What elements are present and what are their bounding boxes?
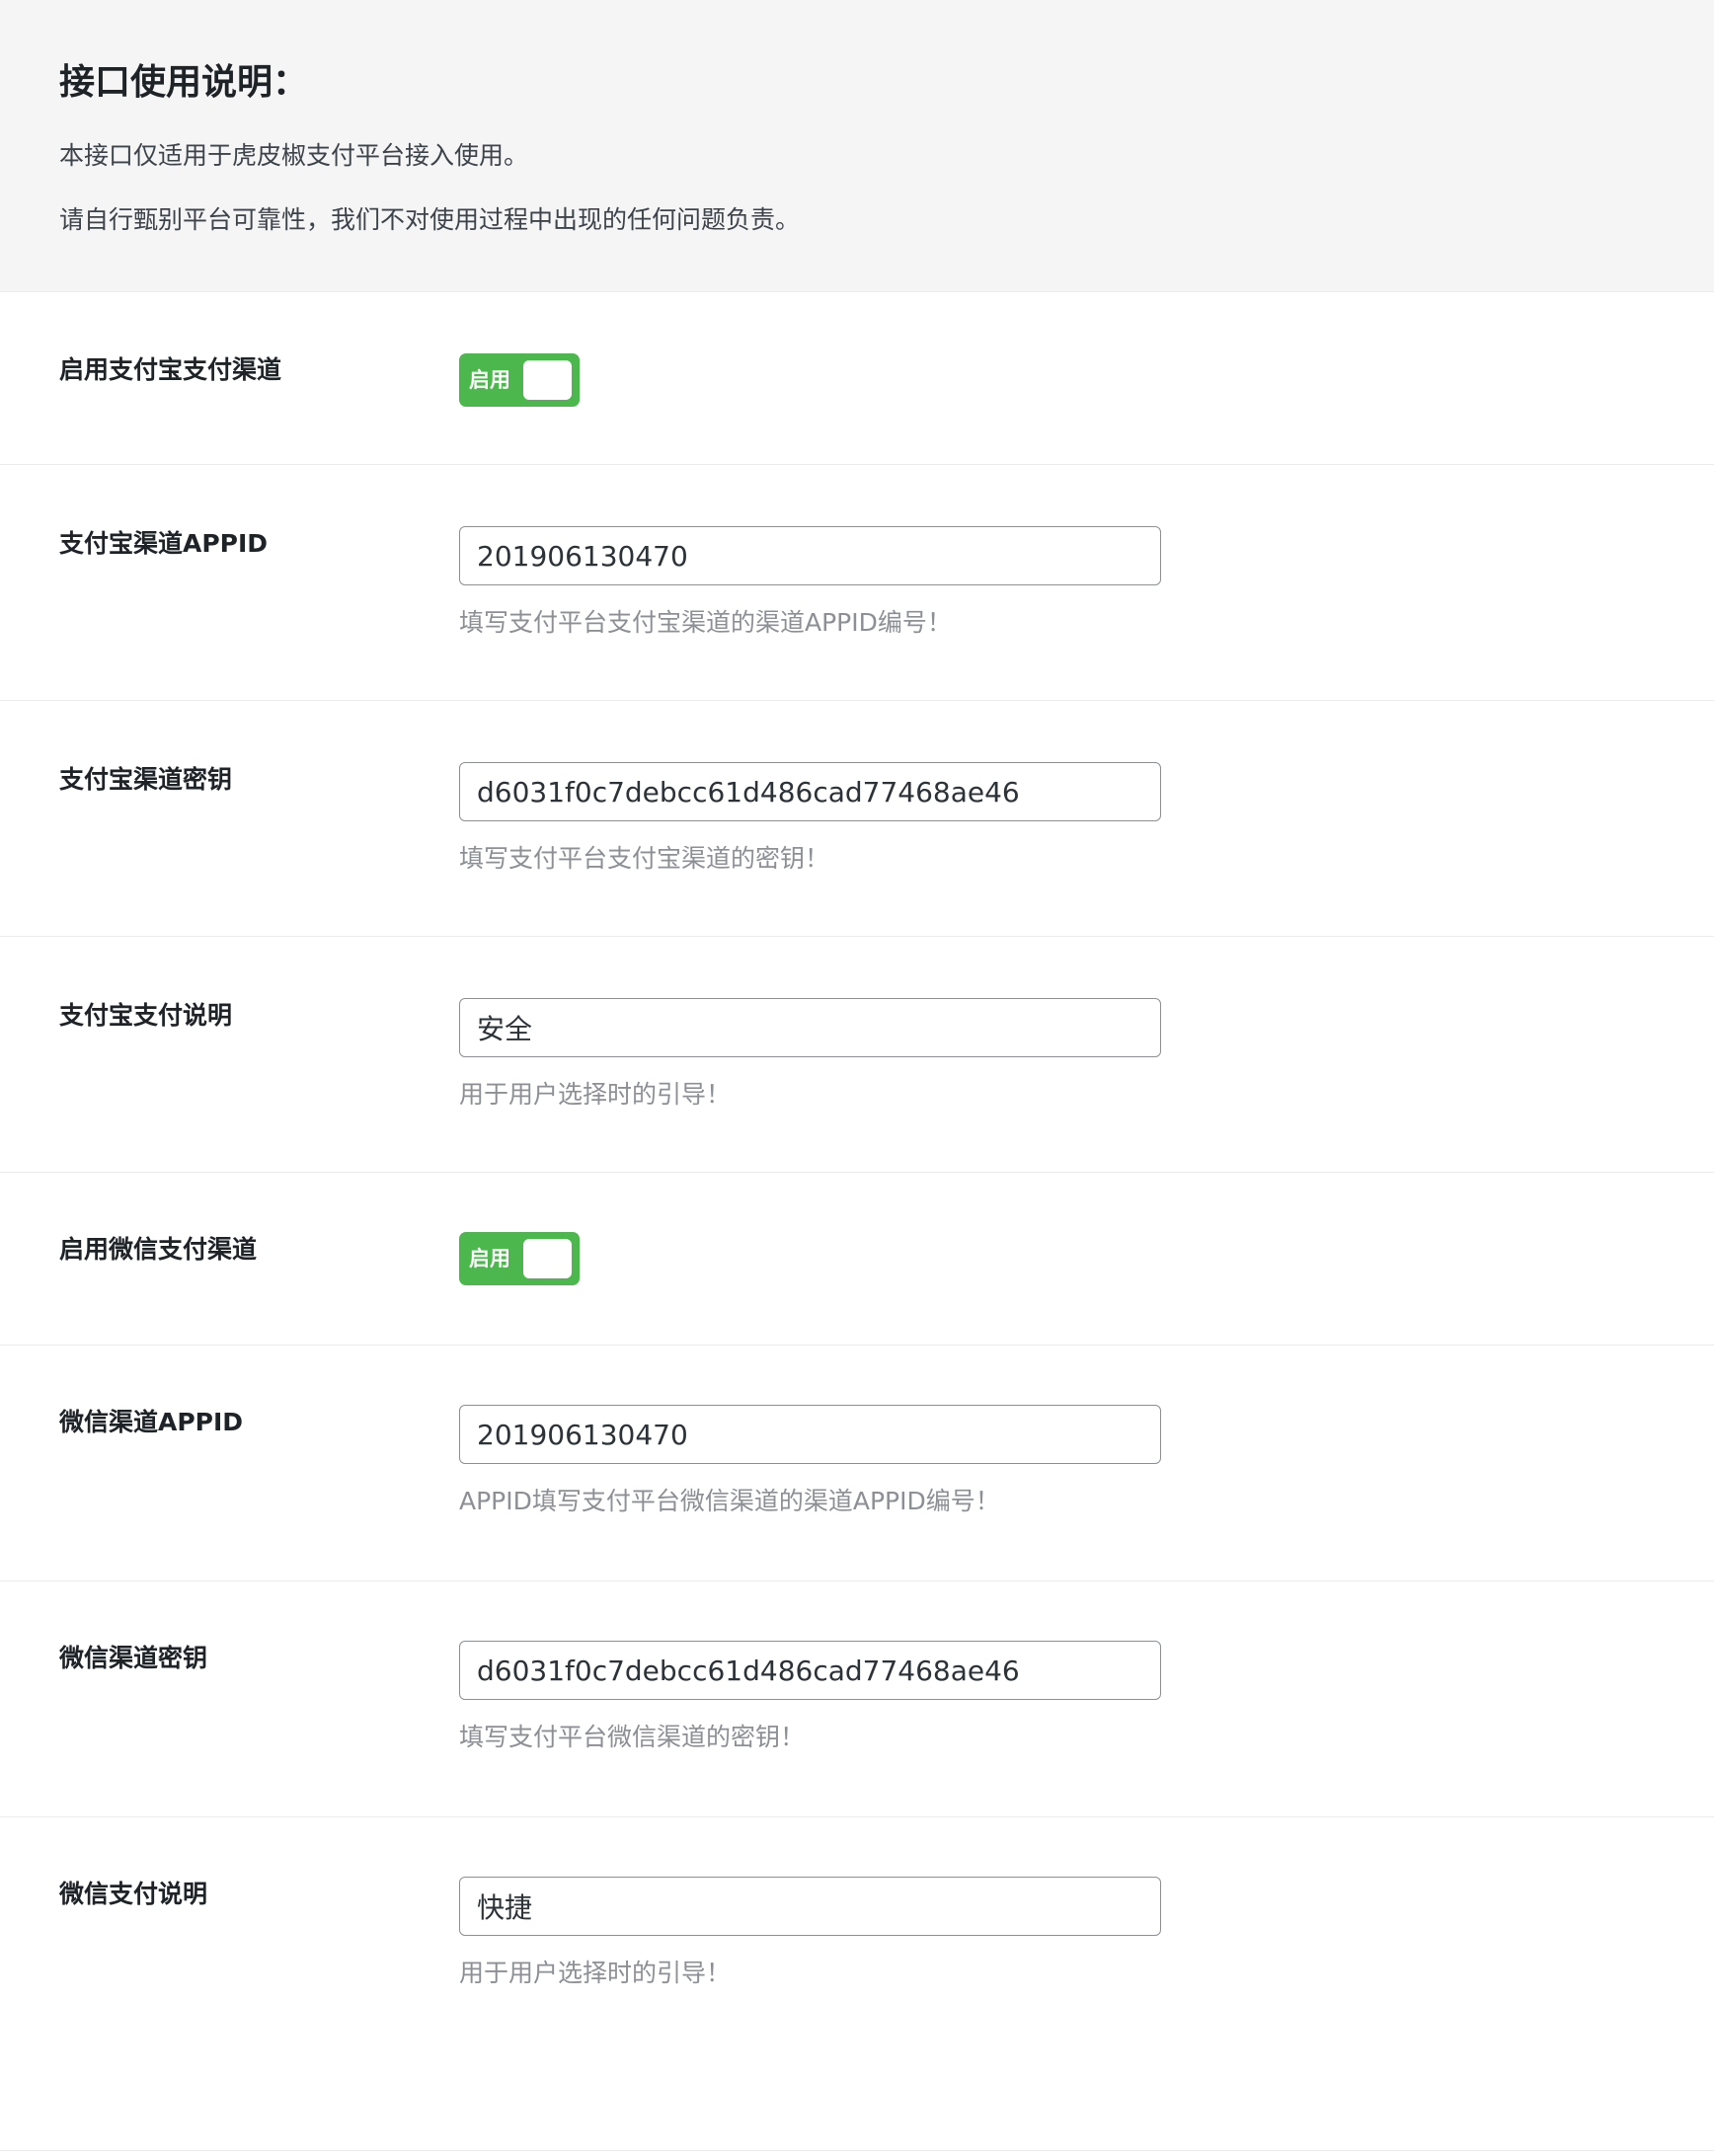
row-alipay-secret: 支付宝渠道密钥 填写支付平台支付宝渠道的密钥！ bbox=[0, 701, 1714, 937]
usage-notice: 接口使用说明： 本接口仅适用于虎皮椒支付平台接入使用。 请自行甄别平台可靠性，我… bbox=[0, 0, 1714, 292]
row-alipay-desc: 支付宝支付说明 用于用户选择时的引导！ bbox=[0, 937, 1714, 1173]
wechat-secret-input[interactable] bbox=[459, 1641, 1161, 1700]
notice-line-disclaimer: 请自行甄别平台可靠性，我们不对使用过程中出现的任何问题负责。 bbox=[59, 205, 801, 234]
wechat-desc-hint: 用于用户选择时的引导！ bbox=[459, 1959, 732, 1987]
row-wechat-desc: 微信支付说明 用于用户选择时的引导！ bbox=[0, 1817, 1714, 2151]
alipay-appid-label: 支付宝渠道APPID bbox=[59, 529, 269, 558]
alipay-enable-label: 启用支付宝支付渠道 bbox=[59, 355, 282, 384]
alipay-desc-hint: 用于用户选择时的引导！ bbox=[459, 1080, 732, 1109]
toggle-knob bbox=[523, 1239, 572, 1278]
toggle-knob bbox=[523, 360, 572, 400]
wechat-desc-input[interactable] bbox=[459, 1877, 1161, 1936]
notice-line-scope: 本接口仅适用于虎皮椒支付平台接入使用。 bbox=[59, 141, 529, 170]
wechat-secret-hint: 填写支付平台微信渠道的密钥！ bbox=[459, 1723, 806, 1751]
alipay-secret-hint: 填写支付平台支付宝渠道的密钥！ bbox=[459, 844, 830, 873]
alipay-appid-hint: 填写支付平台支付宝渠道的渠道APPID编号！ bbox=[459, 608, 952, 637]
wechat-enable-label: 启用微信支付渠道 bbox=[59, 1235, 258, 1264]
wechat-desc-label: 微信支付说明 bbox=[59, 1880, 208, 1908]
row-wechat-enable: 启用微信支付渠道 启用 bbox=[0, 1173, 1714, 1346]
row-alipay-appid: 支付宝渠道APPID 填写支付平台支付宝渠道的渠道APPID编号！ bbox=[0, 465, 1714, 701]
row-wechat-secret: 微信渠道密钥 填写支付平台微信渠道的密钥！ bbox=[0, 1581, 1714, 1817]
row-wechat-appid: 微信渠道APPID APPID填写支付平台微信渠道的渠道APPID编号！ bbox=[0, 1346, 1714, 1581]
wechat-enable-toggle[interactable]: 启用 bbox=[459, 1232, 580, 1285]
notice-title: 接口使用说明： bbox=[59, 62, 309, 103]
wechat-appid-input[interactable] bbox=[459, 1405, 1161, 1464]
alipay-enable-toggle[interactable]: 启用 bbox=[459, 353, 580, 407]
wechat-appid-hint: APPID填写支付平台微信渠道的渠道APPID编号！ bbox=[459, 1487, 1000, 1515]
toggle-on-text: 启用 bbox=[469, 1247, 510, 1270]
wechat-appid-label: 微信渠道APPID bbox=[59, 1408, 244, 1436]
row-alipay-enable: 启用支付宝支付渠道 启用 bbox=[0, 292, 1714, 465]
alipay-desc-input[interactable] bbox=[459, 998, 1161, 1057]
alipay-desc-label: 支付宝支付说明 bbox=[59, 1001, 233, 1030]
wechat-secret-label: 微信渠道密钥 bbox=[59, 1644, 208, 1672]
alipay-appid-input[interactable] bbox=[459, 526, 1161, 585]
alipay-secret-input[interactable] bbox=[459, 762, 1161, 821]
alipay-secret-label: 支付宝渠道密钥 bbox=[59, 765, 233, 794]
toggle-on-text: 启用 bbox=[469, 368, 510, 392]
